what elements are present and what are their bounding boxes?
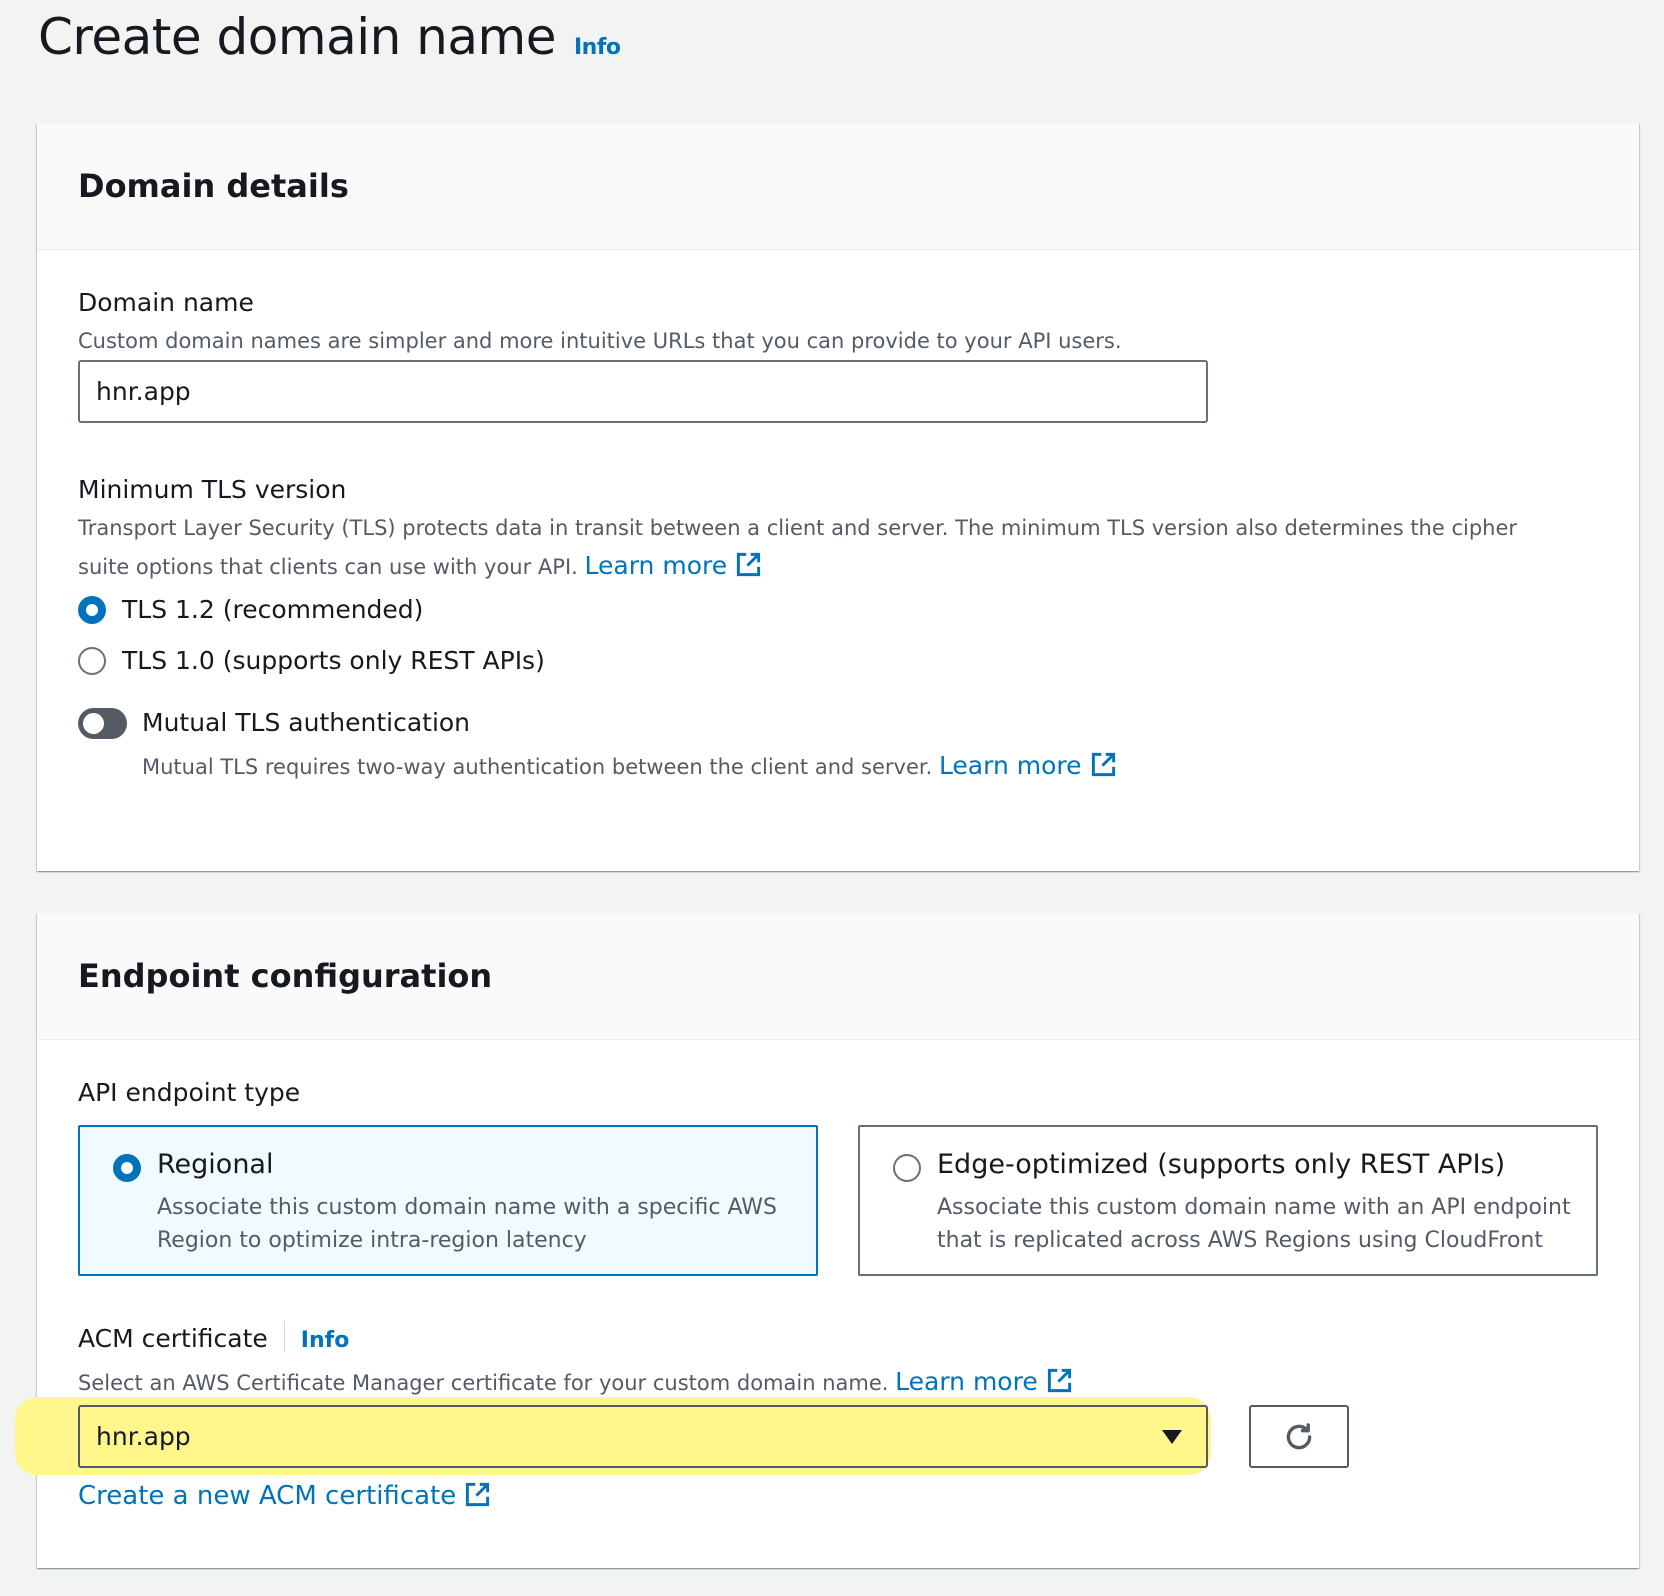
regional-description: Associate this custom domain name with a… <box>157 1191 777 1257</box>
endpoint-configuration-title: Endpoint configuration <box>78 957 493 995</box>
edge-desc-line1: Associate this custom domain name with a… <box>937 1195 1571 1220</box>
regional-desc-line1: Associate this custom domain name with a… <box>157 1195 778 1220</box>
domain-details-panel: Domain details Domain name Custom domain… <box>37 123 1639 871</box>
endpoint-configuration-panel: Endpoint configuration API endpoint type… <box>15 913 1639 1568</box>
regional-title: Regional <box>157 1149 274 1180</box>
mutual-tls-description: Mutual TLS requires two-way authenticati… <box>142 755 933 779</box>
mutual-tls-toggle[interactable] <box>78 708 127 739</box>
acm-description: Select an AWS Certificate Manager certif… <box>78 1371 889 1395</box>
external-link-icon <box>466 1482 490 1507</box>
endpoint-configuration-header: Endpoint configuration <box>37 913 1639 1040</box>
tls-1-2-radio[interactable] <box>78 595 106 624</box>
refresh-icon <box>1286 1422 1312 1449</box>
create-acm-certificate-label: Create a new ACM certificate <box>78 1481 457 1511</box>
page-info-link[interactable]: Info <box>574 35 621 60</box>
acm-label-row: ACM certificate Info <box>78 1321 349 1353</box>
label-divider <box>283 1321 285 1353</box>
endpoint-type-label: API endpoint type <box>78 1078 301 1107</box>
regional-desc-line2: Region to optimize intra-region latency <box>157 1228 587 1253</box>
mutual-tls-label: Mutual TLS authentication <box>142 708 471 737</box>
domain-name-label: Domain name <box>78 288 254 317</box>
acm-selected-value: hnr.app <box>96 1422 191 1451</box>
tls-option-1-2[interactable]: TLS 1.2 (recommended) <box>78 595 423 624</box>
tls-description-line2: suite options that clients can use with … <box>78 547 762 586</box>
edge-optimized-description: Associate this custom domain name with a… <box>937 1191 1571 1257</box>
external-link-icon <box>1091 752 1115 777</box>
page: Create domain name Info Domain details D… <box>0 0 1664 1596</box>
external-link-icon <box>1047 1368 1071 1393</box>
edge-optimized-radio[interactable] <box>893 1154 921 1182</box>
create-acm-certificate-link[interactable]: Create a new ACM certificate <box>78 1481 491 1511</box>
mutual-tls-description-row: Mutual TLS requires two-way authenticati… <box>142 747 1117 786</box>
domain-name-input[interactable] <box>78 360 1208 423</box>
tls-label: Minimum TLS version <box>78 475 347 504</box>
page-title: Create domain name Info <box>38 8 621 66</box>
external-link-icon <box>737 552 761 577</box>
acm-learn-more-link[interactable]: Learn more <box>895 1367 1073 1396</box>
refresh-button[interactable] <box>1249 1405 1349 1468</box>
endpoint-type-tiles: Regional Associate this custom domain na… <box>78 1125 1598 1276</box>
endpoint-tile-regional[interactable]: Regional Associate this custom domain na… <box>78 1125 818 1276</box>
tls-1-0-radio[interactable] <box>78 646 106 675</box>
regional-radio[interactable] <box>113 1154 141 1182</box>
domain-details-body: Domain name Custom domain names are simp… <box>37 250 1639 780</box>
acm-learn-more-label: Learn more <box>895 1367 1038 1396</box>
domain-name-description: Custom domain names are simpler and more… <box>78 329 1122 353</box>
tls-option-1-0[interactable]: TLS 1.0 (supports only REST APIs) <box>78 646 545 675</box>
edge-desc-line2: that is replicated across AWS Regions us… <box>937 1228 1543 1253</box>
tls-learn-more-link[interactable]: Learn more <box>585 551 763 580</box>
mutual-tls-learn-more-label: Learn more <box>938 751 1082 780</box>
edge-optimized-title: Edge-optimized (supports only REST APIs) <box>937 1149 1506 1180</box>
endpoint-tile-edge-optimized[interactable]: Edge-optimized (supports only REST APIs)… <box>858 1125 1598 1276</box>
caret-down-icon <box>1162 1430 1182 1444</box>
tls-1-2-label: TLS 1.2 (recommended) <box>122 595 424 624</box>
domain-details-title: Domain details <box>78 167 349 205</box>
acm-label: ACM certificate <box>78 1324 268 1353</box>
page-title-text: Create domain name <box>38 8 556 66</box>
tls-1-0-label: TLS 1.0 (supports only REST APIs) <box>122 646 545 675</box>
mutual-tls-learn-more-link[interactable]: Learn more <box>939 751 1117 780</box>
tls-learn-more-label: Learn more <box>584 551 728 580</box>
acm-certificate-select[interactable]: hnr.app <box>78 1405 1208 1468</box>
toggle-knob <box>83 713 104 734</box>
acm-info-link[interactable]: Info <box>301 1328 350 1353</box>
tls-description-line1: Transport Layer Security (TLS) protects … <box>78 516 1518 540</box>
tls-description-text: suite options that clients can use with … <box>78 555 578 579</box>
domain-details-header: Domain details <box>37 123 1639 250</box>
